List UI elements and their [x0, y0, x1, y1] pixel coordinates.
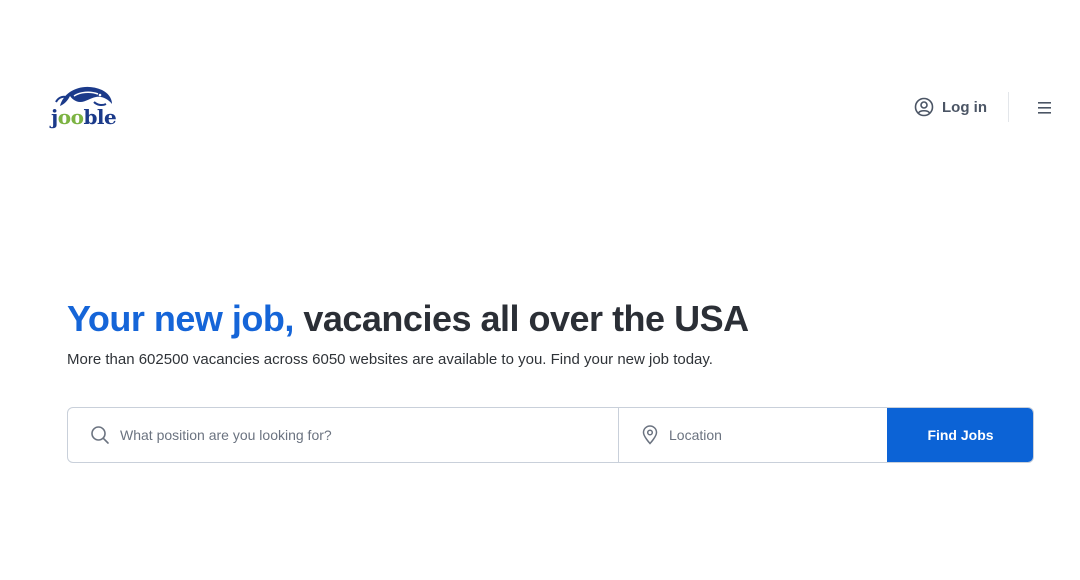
header-divider [1008, 92, 1009, 122]
find-jobs-button[interactable]: Find Jobs [887, 408, 1033, 462]
hero-title-accent: Your new job, [67, 298, 294, 339]
page: jooble Log in Your new job, vacancies al… [0, 0, 1080, 580]
hero-title: Your new job, vacancies all over the USA [67, 297, 749, 341]
location-input[interactable] [667, 426, 868, 444]
location-pin-icon [642, 425, 658, 445]
hero-subtitle: More than 602500 vacancies across 6050 w… [67, 351, 713, 368]
location-field[interactable] [619, 408, 887, 462]
search-icon [91, 426, 109, 444]
position-field[interactable] [68, 408, 619, 462]
user-circle-icon [914, 97, 934, 117]
login-label: Log in [942, 98, 987, 116]
position-input[interactable] [118, 426, 545, 444]
logo-text-part3: ble [83, 105, 117, 129]
hamburger-menu-icon [1038, 102, 1051, 114]
menu-button[interactable] [1036, 100, 1054, 116]
job-search-form: Find Jobs [67, 407, 1034, 463]
hero-title-rest: vacancies all over the USA [293, 298, 749, 339]
logo-wordmark: jooble [51, 105, 117, 129]
login-link[interactable]: Log in [914, 96, 987, 118]
jooble-logo[interactable]: jooble [50, 82, 117, 132]
logo-text-part1: j [51, 105, 58, 129]
logo-text-part2: oo [57, 105, 84, 129]
